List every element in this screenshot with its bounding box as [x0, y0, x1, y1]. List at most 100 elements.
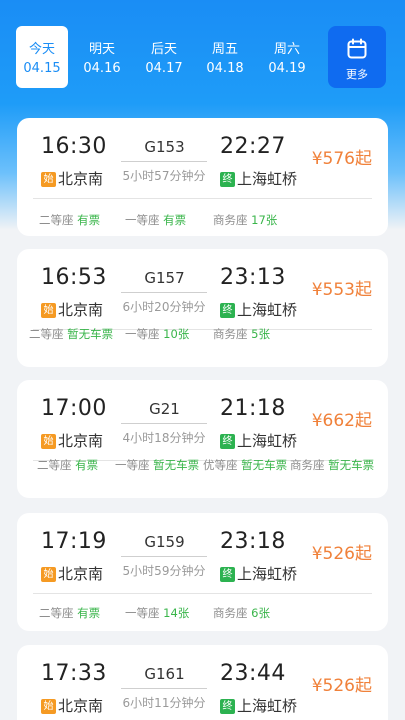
divider [33, 593, 372, 594]
arrival-time: 23:44 [220, 661, 286, 686]
departure-station: 始北京南 [41, 430, 103, 451]
train-card[interactable]: 17:19 G159 5小时59分钟分 23:18 ¥526起 始北京南 终上海… [17, 513, 388, 631]
date-tab-date: 04.16 [83, 61, 121, 76]
arrival-station-name: 上海虹桥 [237, 565, 298, 583]
seat-class: 优等座 [203, 458, 238, 472]
train-card[interactable]: 17:33 G161 6小时11分钟分 23:44 ¥526起 始北京南 终上海… [17, 645, 388, 720]
seat-class: 二等座 [37, 458, 72, 472]
arrival-station: 终上海虹桥 [220, 563, 297, 584]
seat-status: 5张 [251, 327, 270, 341]
start-badge: 始 [41, 699, 56, 714]
end-badge: 终 [220, 434, 235, 449]
arrival-station: 终上海虹桥 [220, 430, 297, 451]
date-tab-3[interactable]: 周五 04.18 [199, 26, 251, 88]
train-number: G159 [144, 533, 185, 551]
seat-status: 17张 [251, 213, 278, 227]
arrival-time: 23:13 [220, 265, 286, 290]
seat-class: 二等座 [39, 606, 74, 620]
seat-status: 暂无车票 [241, 458, 288, 472]
seat-class: 商务座 [213, 213, 248, 227]
seat-status: 14张 [163, 606, 190, 620]
end-badge: 终 [220, 699, 235, 714]
departure-station: 始北京南 [41, 563, 103, 584]
end-badge: 终 [220, 567, 235, 582]
train-number: G157 [144, 269, 185, 287]
price: ¥576起 [311, 149, 372, 169]
seat-status: 暂无车票 [328, 458, 375, 472]
start-badge: 始 [41, 303, 56, 318]
departure-station-name: 北京南 [58, 432, 104, 450]
price: ¥526起 [311, 676, 372, 696]
seat-status: 有票 [163, 213, 187, 227]
departure-station-name: 北京南 [58, 697, 104, 715]
departure-station-name: 北京南 [58, 565, 104, 583]
seat-info: 优等座 暂无车票 [203, 458, 289, 473]
seat-info: 二等座 有票 [39, 213, 100, 228]
date-tab-date: 04.18 [206, 61, 244, 76]
seat-class: 一等座 [115, 458, 150, 472]
seat-info: 商务座 6张 [213, 606, 270, 621]
date-tab-4[interactable]: 周六 04.19 [261, 26, 313, 88]
arrival-station-name: 上海虹桥 [237, 697, 298, 715]
arrival-station: 终上海虹桥 [220, 695, 297, 716]
date-tab-date: 04.19 [268, 61, 306, 76]
arrival-time: 21:18 [220, 396, 286, 421]
seat-status: 10张 [163, 327, 190, 341]
departure-time: 16:30 [41, 134, 107, 159]
date-tab-1[interactable]: 明天 04.16 [76, 26, 128, 88]
date-tab-2[interactable]: 后天 04.17 [138, 26, 190, 88]
date-tab-weekday: 周五 [211, 42, 238, 57]
seat-info: 一等座 有票 [125, 213, 186, 228]
seat-class: 商务座 [213, 327, 248, 341]
seat-info: 二等座 暂无车票 [29, 327, 119, 342]
seat-info: 一等座 暂无车票 [115, 458, 201, 473]
seat-class: 一等座 [125, 327, 160, 341]
departure-time: 17:19 [41, 529, 107, 554]
date-tab-weekday: 今天 [28, 42, 55, 57]
seat-status: 暂无车票 [67, 327, 114, 341]
seat-status: 有票 [77, 606, 101, 620]
date-tab-date: 04.15 [23, 61, 61, 76]
train-number: G161 [144, 665, 185, 683]
arrival-time: 22:27 [220, 134, 286, 159]
arrival-station: 终上海虹桥 [220, 299, 297, 320]
price: ¥526起 [311, 544, 372, 564]
arrival-station-name: 上海虹桥 [237, 170, 298, 188]
seat-status: 有票 [75, 458, 99, 472]
calendar-icon [347, 38, 367, 59]
arrival-station-name: 上海虹桥 [237, 432, 298, 450]
departure-station-name: 北京南 [58, 170, 104, 188]
seat-class: 一等座 [125, 606, 160, 620]
arrival-time: 23:18 [220, 529, 286, 554]
seat-info: 一等座 14张 [125, 606, 189, 621]
more-dates-label: 更多 [346, 68, 368, 81]
duration: 5小时59分钟分 [122, 564, 206, 578]
train-number: G153 [144, 138, 185, 156]
start-badge: 始 [41, 172, 56, 187]
seat-class: 一等座 [125, 213, 160, 227]
price: ¥662起 [311, 411, 372, 431]
start-badge: 始 [41, 567, 56, 582]
date-tab-0[interactable]: 今天 04.15 [16, 26, 68, 88]
departure-time: 17:00 [41, 396, 107, 421]
more-dates-button[interactable]: 更多 [328, 26, 386, 88]
end-badge: 终 [220, 172, 235, 187]
duration: 6小时11分钟分 [122, 696, 206, 710]
route-line [121, 161, 207, 162]
duration: 5小时57分钟分 [122, 169, 206, 183]
start-badge: 始 [41, 434, 56, 449]
end-badge: 终 [220, 303, 235, 318]
seat-class: 二等座 [29, 327, 64, 341]
seat-info: 商务座 17张 [213, 213, 277, 228]
train-card[interactable]: 16:30 G153 5小时57分钟分 22:27 ¥576起 始北京南 终上海… [17, 118, 388, 236]
train-card[interactable]: 16:53 G157 6小时20分钟分 23:13 ¥553起 始北京南 终上海… [17, 249, 388, 367]
train-card[interactable]: 17:00 G21 4小时18分钟分 21:18 ¥662起 始北京南 终上海虹… [17, 380, 388, 498]
duration: 4小时18分钟分 [122, 431, 206, 445]
divider [33, 198, 372, 199]
price: ¥553起 [311, 280, 372, 300]
seat-info: 一等座 10张 [125, 327, 189, 342]
date-tab-weekday: 明天 [88, 42, 115, 57]
date-tab-weekday: 周六 [273, 42, 300, 57]
seat-info: 二等座 有票 [37, 458, 98, 473]
seat-status: 暂无车票 [153, 458, 200, 472]
